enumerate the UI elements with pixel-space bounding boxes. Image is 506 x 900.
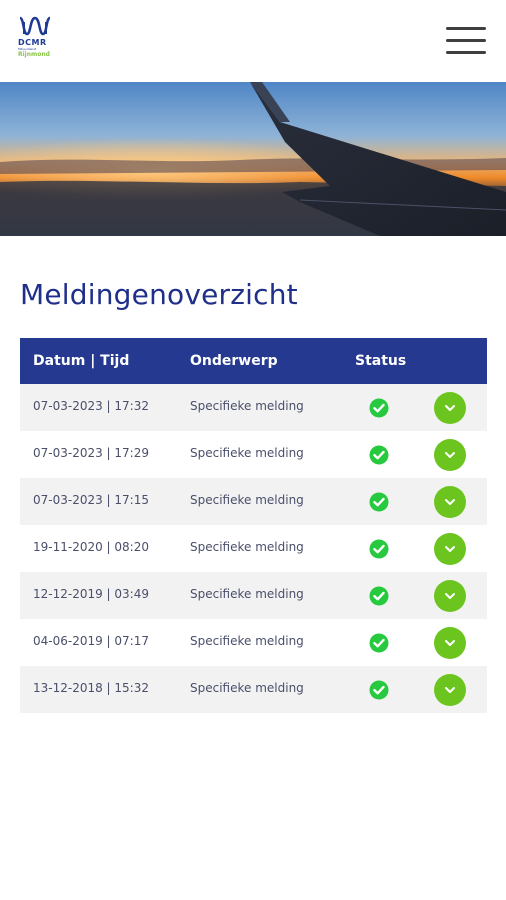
row-subject: Specifieke melding xyxy=(190,587,304,601)
page-title: Meldingenoverzicht xyxy=(20,278,298,311)
column-header-status: Status xyxy=(355,353,407,369)
table-header: Datum | Tijd Onderwerp Status xyxy=(20,338,487,384)
row-subject: Specifieke melding xyxy=(190,681,304,695)
expand-button[interactable] xyxy=(434,392,466,424)
table-row: 04-06-2019 | 07:17 Specifieke melding xyxy=(20,619,487,666)
expand-button[interactable] xyxy=(434,674,466,706)
status-check-icon xyxy=(369,586,389,606)
row-subject: Specifieke melding xyxy=(190,634,304,648)
status-check-icon xyxy=(369,539,389,559)
logo-wave-icon xyxy=(19,16,51,36)
row-subject: Specifieke melding xyxy=(190,399,304,413)
status-check-icon xyxy=(369,398,389,418)
table-row: 07-03-2023 | 17:29 Specifieke melding xyxy=(20,431,487,478)
row-subject: Specifieke melding xyxy=(190,493,304,507)
chevron-down-icon xyxy=(445,546,455,552)
logo-brand: DCMR xyxy=(18,38,47,47)
row-subject: Specifieke melding xyxy=(190,446,304,460)
row-date: 19-11-2020 | 08:20 xyxy=(33,540,149,554)
expand-button[interactable] xyxy=(434,439,466,471)
row-date: 13-12-2018 | 15:32 xyxy=(33,681,149,695)
row-date: 07-03-2023 | 17:15 xyxy=(33,493,149,507)
table-row: 19-11-2020 | 08:20 Specifieke melding xyxy=(20,525,487,572)
expand-button[interactable] xyxy=(434,486,466,518)
chevron-down-icon xyxy=(445,593,455,599)
chevron-down-icon xyxy=(445,405,455,411)
column-header-date: Datum | Tijd xyxy=(33,353,130,369)
table-row: 07-03-2023 | 17:32 Specifieke melding xyxy=(20,384,487,431)
table-row: 07-03-2023 | 17:15 Specifieke melding xyxy=(20,478,487,525)
chevron-down-icon xyxy=(445,687,455,693)
row-date: 07-03-2023 | 17:29 xyxy=(33,446,149,460)
chevron-down-icon xyxy=(445,452,455,458)
status-check-icon xyxy=(369,680,389,700)
row-subject: Specifieke melding xyxy=(190,540,304,554)
row-date: 07-03-2023 | 17:32 xyxy=(33,399,149,413)
expand-button[interactable] xyxy=(434,580,466,612)
app-header: DCMR Milieudienst Rijnmond xyxy=(0,0,506,82)
row-date: 04-06-2019 | 07:17 xyxy=(33,634,149,648)
status-check-icon xyxy=(369,492,389,512)
table-row: 13-12-2018 | 15:32 Specifieke melding xyxy=(20,666,487,713)
status-check-icon xyxy=(369,633,389,653)
dcmr-logo[interactable]: DCMR Milieudienst Rijnmond xyxy=(18,16,52,64)
chevron-down-icon xyxy=(445,499,455,505)
notifications-table: Datum | Tijd Onderwerp Status 07-03-2023… xyxy=(20,338,487,713)
hero-banner-image xyxy=(0,82,506,236)
expand-button[interactable] xyxy=(434,533,466,565)
column-header-subject: Onderwerp xyxy=(190,353,278,369)
menu-icon[interactable] xyxy=(446,26,488,56)
chevron-down-icon xyxy=(445,640,455,646)
logo-region: Rijnmond xyxy=(18,51,50,58)
table-row: 12-12-2019 | 03:49 Specifieke melding xyxy=(20,572,487,619)
expand-button[interactable] xyxy=(434,627,466,659)
status-check-icon xyxy=(369,445,389,465)
row-date: 12-12-2019 | 03:49 xyxy=(33,587,149,601)
